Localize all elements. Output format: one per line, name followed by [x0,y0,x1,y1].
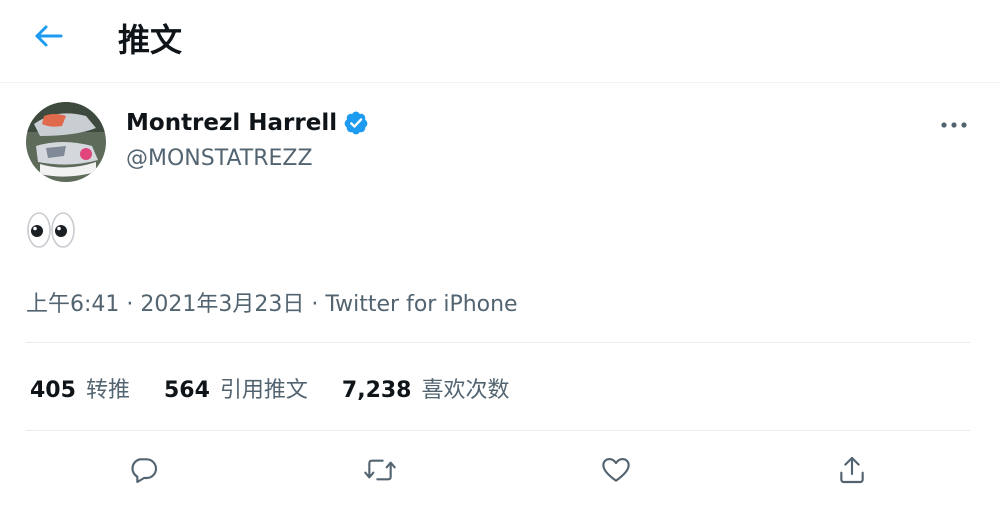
share-icon [836,454,868,490]
quote-tweets-stat[interactable]: 564 引用推文 [164,372,308,404]
retweet-button[interactable] [358,450,402,494]
likes-stat[interactable]: 7,238 喜欢次数 [342,372,510,404]
tweet-time[interactable]: 上午6:41 [26,292,119,317]
page-title: 推文 [118,21,183,59]
more-icon [941,114,967,133]
arrow-left-icon [34,24,64,52]
tweet-text [26,208,76,256]
author-name[interactable]: Montrezl Harrell [126,110,369,136]
verified-badge-icon [343,110,369,136]
share-button[interactable] [830,450,874,494]
retweet-icon [362,454,398,490]
tweet-date[interactable]: 2021年3月23日 [140,292,304,317]
divider [26,430,970,431]
tweet-source[interactable]: Twitter for iPhone [325,292,517,317]
divider [26,342,970,343]
eyes-emoji [27,212,75,248]
reply-button[interactable] [122,450,166,494]
tweet-timestamp: 上午6:41 · 2021年3月23日 · Twitter for iPhone [26,292,518,317]
avatar[interactable] [26,102,106,182]
like-button[interactable] [594,450,638,494]
author-handle[interactable]: @MONSTATREZZ [126,146,313,171]
sneakers-photo [26,102,106,182]
like-icon [600,454,632,490]
back-button[interactable] [26,18,72,58]
more-options-button[interactable] [934,108,974,138]
retweets-stat[interactable]: 405 转推 [30,372,130,404]
tweet-stats: 405 转推 564 引用推文 7,238 喜欢次数 [30,372,544,404]
reply-icon [128,454,160,490]
top-bar: 推文 [0,0,1000,83]
author-name-text: Montrezl Harrell [126,110,338,136]
